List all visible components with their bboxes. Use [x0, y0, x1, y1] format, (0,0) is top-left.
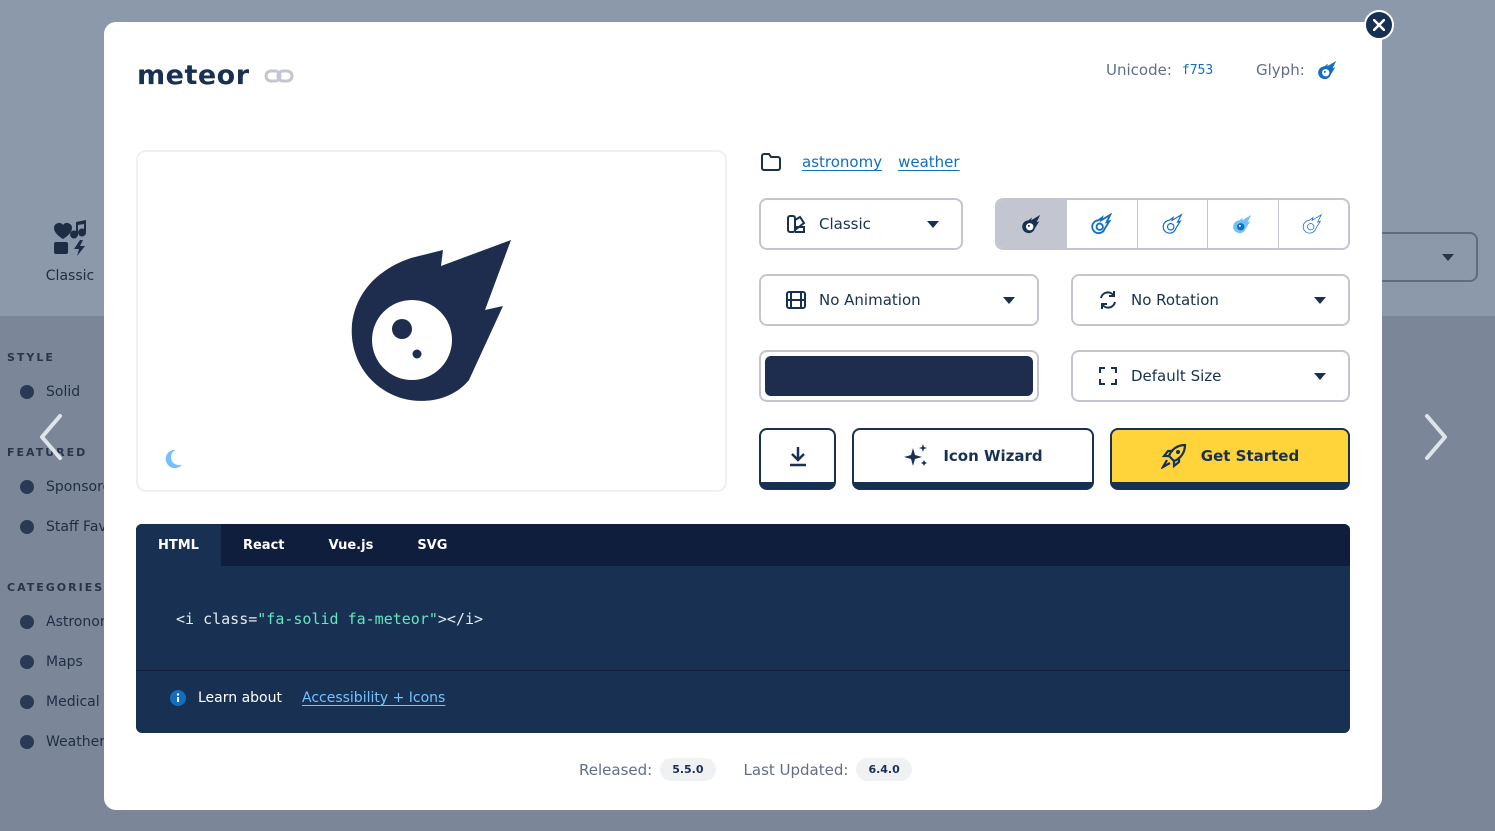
meteor-regular-icon — [1091, 213, 1113, 235]
code-snippet[interactable]: <i class="fa-solid fa-meteor"></i> — [176, 610, 483, 628]
code-snippet-panel: HTML React Vue.js SVG <i class="fa-solid… — [136, 524, 1350, 733]
category-tags: astronomy weather — [760, 152, 960, 172]
sidebar-section-categories: CATEGORIES — [7, 581, 105, 594]
rocket-icon — [1160, 443, 1186, 469]
tab-vuejs[interactable]: Vue.js — [307, 524, 396, 566]
sidebar-item-solid[interactable]: Solid — [20, 384, 104, 400]
meteor-duotone-icon — [1233, 214, 1252, 234]
meteor-icon — [351, 240, 511, 401]
icon-wizard-button[interactable]: Icon Wizard — [852, 428, 1094, 490]
sidebar-item-maps[interactable]: Maps — [20, 654, 104, 670]
meteor-glyph-icon[interactable] — [1317, 59, 1339, 81]
meteor-light-icon — [1162, 213, 1183, 234]
get-started-button[interactable]: Get Started — [1110, 428, 1350, 490]
style-solid-button[interactable] — [997, 200, 1068, 248]
rotation-select[interactable]: No Rotation — [1071, 274, 1350, 326]
stethoscope-icon — [20, 695, 34, 709]
unicode-info: Unicode: f753 — [1106, 61, 1214, 79]
dark-mode-moon-icon[interactable] — [162, 448, 184, 470]
chevron-down-icon — [1003, 297, 1015, 304]
category-link-weather[interactable]: weather — [898, 153, 959, 171]
style-variant-picker — [995, 198, 1350, 250]
unicode-value[interactable]: f753 — [1182, 63, 1213, 78]
style-duotone-button[interactable] — [1208, 200, 1279, 248]
tab-react[interactable]: React — [221, 524, 307, 566]
sidebar-item-staff-favorites[interactable]: Staff Favorites — [20, 519, 104, 535]
family-classic-tile[interactable]: Classic — [30, 218, 110, 284]
code-tabs: HTML React Vue.js SVG — [136, 524, 1350, 566]
chevron-down-icon — [1314, 373, 1326, 380]
style-regular-button[interactable] — [1067, 200, 1138, 248]
cloud-sun-icon — [20, 735, 34, 749]
palette-icon — [787, 215, 806, 233]
color-swatch — [765, 356, 1033, 396]
sidebar-item-sponsored[interactable]: Sponsored — [20, 479, 104, 495]
icon-name: meteor — [137, 60, 250, 91]
next-icon-arrow[interactable] — [1421, 412, 1451, 462]
folder-icon — [761, 153, 781, 171]
background-sort-select[interactable] — [1370, 232, 1478, 282]
released-version-badge: 5.5.0 — [660, 758, 716, 781]
film-icon — [786, 291, 806, 309]
sidebar-item-astronomy[interactable]: Astronomy — [20, 614, 104, 630]
expand-icon — [1099, 367, 1117, 385]
sponsored-icon — [20, 480, 34, 494]
version-info: Released: 5.5.0 Last Updated: 6.4.0 — [579, 758, 912, 781]
chevron-down-icon — [1314, 297, 1326, 304]
meteor-solid-icon — [1021, 214, 1040, 234]
updated-version-badge: 6.4.0 — [856, 758, 912, 781]
accessibility-link[interactable]: Accessibility + Icons — [302, 690, 445, 706]
category-link-astronomy[interactable]: astronomy — [802, 153, 882, 171]
chevron-down-icon — [1442, 254, 1454, 261]
meteor-category-icon — [20, 615, 34, 629]
color-picker[interactable] — [759, 350, 1039, 402]
meteor-thin-icon — [1303, 213, 1323, 234]
close-icon — [1373, 19, 1385, 31]
link-icon[interactable] — [264, 66, 294, 86]
info-icon — [170, 690, 186, 706]
classic-family-icon — [50, 218, 90, 258]
style-thin-button[interactable] — [1279, 200, 1348, 248]
icon-preview — [136, 150, 727, 492]
tab-svg[interactable]: SVG — [395, 524, 469, 566]
download-icon — [789, 447, 806, 467]
tab-html[interactable]: HTML — [136, 524, 221, 566]
icon-title: meteor — [137, 60, 294, 91]
sidebar-item-medical[interactable]: Medical + Health — [20, 694, 104, 710]
previous-icon-arrow[interactable] — [36, 412, 66, 462]
sidebar-section-style: STYLE — [7, 351, 55, 364]
map-icon — [20, 655, 34, 669]
family-classic-label: Classic — [45, 268, 95, 284]
icon-detail-modal: meteor Unicode: f753 Glyph: astronomy we… — [104, 22, 1382, 810]
style-light-button[interactable] — [1138, 200, 1209, 248]
solid-style-icon — [20, 385, 34, 399]
size-select[interactable]: Default Size — [1071, 350, 1350, 402]
sparkles-icon — [904, 444, 928, 466]
chevron-down-icon — [927, 221, 939, 228]
accessibility-note: Learn about Accessibility + Icons — [170, 690, 445, 706]
close-modal-button[interactable] — [1364, 10, 1394, 40]
code-divider — [136, 670, 1350, 671]
sidebar-item-weather[interactable]: Weather — [20, 734, 104, 750]
heart-icon — [20, 520, 34, 534]
family-select[interactable]: Classic — [759, 198, 963, 250]
rotate-icon — [1100, 291, 1116, 309]
download-button[interactable] — [759, 428, 836, 490]
glyph-info: Glyph: — [1256, 59, 1339, 81]
animation-select[interactable]: No Animation — [759, 274, 1039, 326]
